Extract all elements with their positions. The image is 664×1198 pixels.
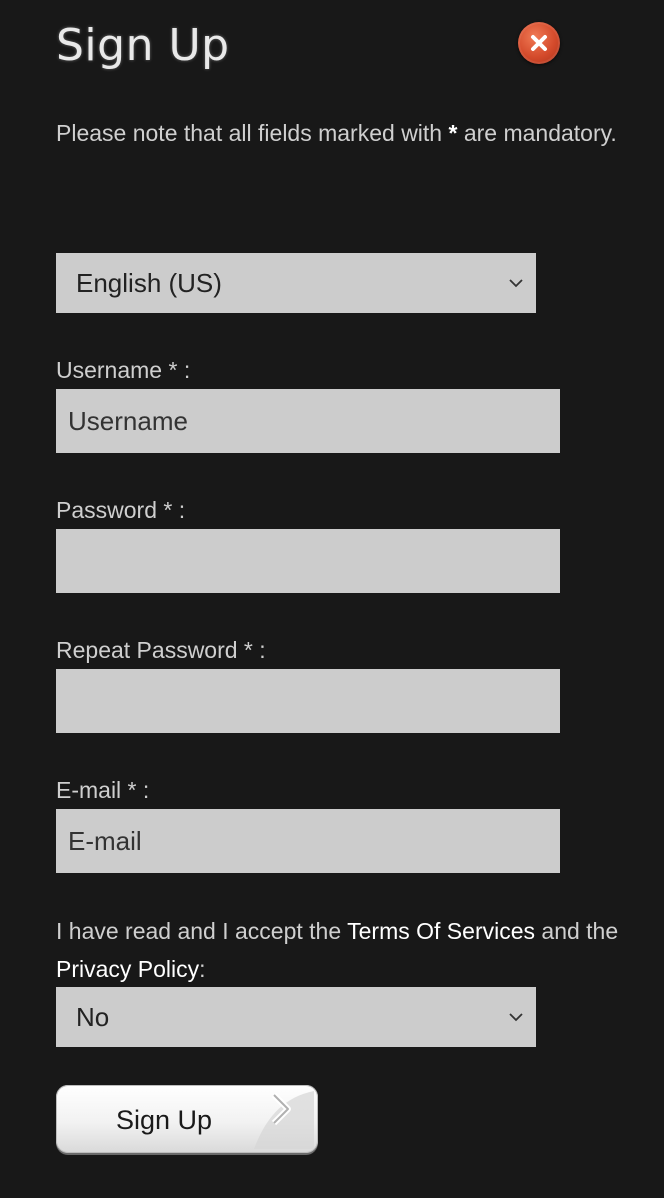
accept-terms-value: No	[76, 1002, 110, 1032]
arrow-right-icon	[254, 1091, 314, 1149]
email-input[interactable]	[56, 809, 560, 873]
chevron-down-icon	[509, 1013, 523, 1022]
close-button[interactable]	[518, 22, 560, 64]
terms-text: I have read and I accept the Terms Of Se…	[56, 912, 636, 988]
password-input[interactable]	[56, 529, 560, 593]
terms-text-1: I have read and I accept the	[56, 918, 342, 944]
email-label: E-mail * :	[56, 777, 150, 803]
repeat-password-input[interactable]	[56, 669, 560, 733]
language-select[interactable]: English (US)	[56, 253, 536, 313]
terms-text-3: :	[199, 956, 206, 982]
chevron-down-icon	[509, 279, 523, 288]
note-text-before: Please note that all fields marked with	[56, 120, 443, 146]
sign-up-button-label: Sign Up	[116, 1105, 213, 1135]
note-text-after: are mandatory.	[463, 120, 617, 146]
mandatory-star: *	[448, 120, 458, 146]
username-label: Username * :	[56, 357, 191, 383]
repeat-password-label: Repeat Password * :	[56, 637, 266, 663]
terms-of-services-link[interactable]: Terms Of Services	[347, 918, 535, 944]
terms-text-2: and the	[541, 918, 619, 944]
signup-dialog: Sign Up Please note that all fields mark…	[0, 0, 664, 1198]
accept-terms-select[interactable]: No	[56, 987, 536, 1047]
sign-up-button[interactable]: Sign Up	[56, 1085, 318, 1153]
username-input[interactable]	[56, 389, 560, 453]
language-select-value: English (US)	[76, 268, 222, 298]
privacy-policy-link[interactable]: Privacy Policy	[56, 956, 199, 982]
close-icon	[531, 35, 547, 51]
password-label: Password * :	[56, 497, 186, 523]
mandatory-note: Please note that all fields marked with …	[56, 114, 636, 152]
dialog-title: Sign Up	[56, 20, 230, 71]
